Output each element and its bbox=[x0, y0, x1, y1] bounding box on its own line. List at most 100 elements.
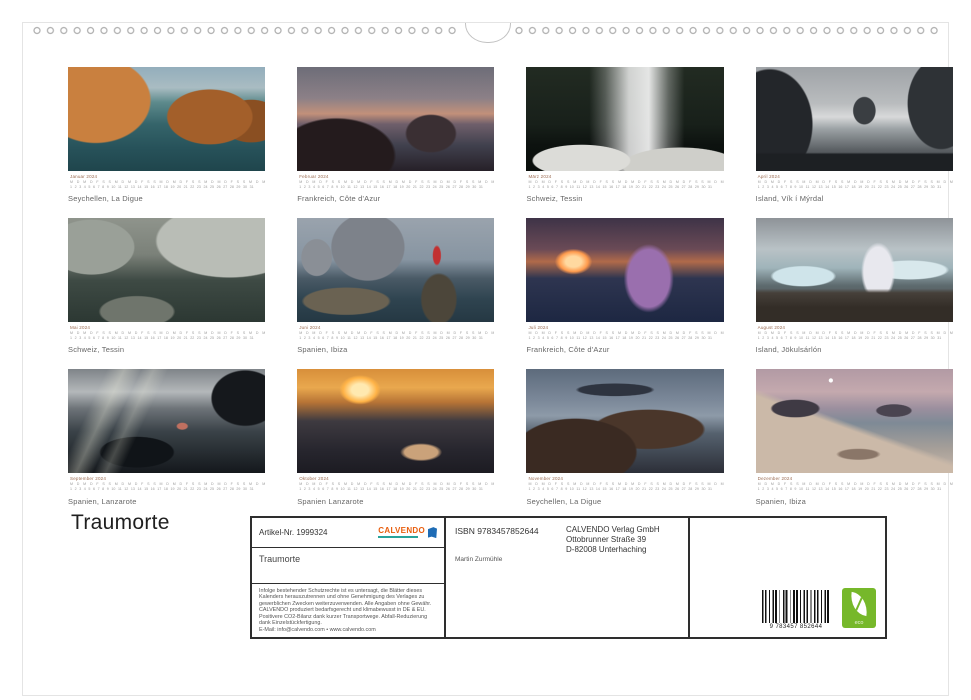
publisher-city: D-82008 Unterhaching bbox=[566, 545, 660, 555]
month-caption: Spanien Lanzarote bbox=[297, 497, 494, 506]
mini-calendar-strip: März 2024 M D M D F S S M D M D F S S M … bbox=[526, 174, 723, 189]
publisher-address: CALVENDO Verlag GmbH Ottobrunner Straße … bbox=[566, 525, 660, 556]
legal-cell: Infolge bestehender Schutzrechte ist es … bbox=[252, 584, 444, 637]
month-photo bbox=[297, 67, 494, 171]
day-numbers-row: 1 2 3 4 5 6 7 8 9 10 11 12 13 14 15 16 1… bbox=[758, 185, 953, 190]
month-thumbnail: Dezember 2024 M D M D F S S M D M D F S … bbox=[756, 369, 953, 505]
month-photo bbox=[526, 67, 723, 171]
month-thumbnail: November 2024 M D M D F S S M D M D F S … bbox=[526, 369, 723, 505]
barcode-digits: 9 783457 852644 bbox=[759, 624, 833, 630]
mini-calendar-strip: Februar 2024 M D M D F S S M D M D F S S… bbox=[297, 174, 494, 189]
leaf-icon bbox=[849, 592, 870, 616]
month-thumbnail: Juli 2024 M D M D F S S M D M D F S S M … bbox=[526, 218, 723, 354]
month-thumbnail: August 2024 M D M D F S S M D M D F S S … bbox=[756, 218, 953, 354]
month-thumbnail: Februar 2024 M D M D F S S M D M D F S S… bbox=[297, 67, 494, 203]
day-numbers-row: 1 2 3 4 5 6 7 8 9 10 11 12 13 14 15 16 1… bbox=[70, 185, 265, 190]
month-photo bbox=[526, 218, 723, 322]
month-thumbnail: Juni 2024 M D M D F S S M D M D F S S M … bbox=[297, 218, 494, 354]
mini-calendar-strip: September 2024 M D M D F S S M D M D F S… bbox=[68, 476, 265, 491]
weekday-row: M D M D F S S M D M D F S S M D M D F S … bbox=[528, 180, 723, 185]
day-numbers-row: 1 2 3 4 5 6 7 8 9 10 11 12 13 14 15 16 1… bbox=[70, 336, 265, 341]
month-label: August 2024 bbox=[758, 325, 953, 330]
month-caption: Frankreich, Côte d'Azur bbox=[526, 345, 723, 354]
info-middle-column: ISBN 9783457852644 CALVENDO Verlag GmbH … bbox=[446, 518, 690, 637]
month-caption: Schweiz, Tessin bbox=[68, 345, 265, 354]
month-caption: Island, Jökulsárlón bbox=[756, 345, 953, 354]
eco-logo: eco bbox=[842, 588, 876, 628]
month-label: Januar 2024 bbox=[70, 174, 265, 179]
month-label: September 2024 bbox=[70, 476, 265, 481]
month-label: Oktober 2024 bbox=[299, 476, 494, 481]
page-title: Traumorte bbox=[71, 511, 170, 535]
month-label: April 2024 bbox=[758, 174, 953, 179]
month-caption: Spanien, Ibiza bbox=[756, 497, 953, 506]
month-photo bbox=[68, 218, 265, 322]
month-thumbnail: Oktober 2024 M D M D F S S M D M D F S S… bbox=[297, 369, 494, 505]
info-right-column: 9 783457 852644 eco bbox=[690, 518, 885, 637]
weekday-row: M D M D F S S M D M D F S S M D M D F S … bbox=[70, 180, 265, 185]
artikel-cell: Artikel-Nr. 1999324 CALVENDO bbox=[252, 518, 444, 548]
month-label: März 2024 bbox=[528, 174, 723, 179]
weekday-row: M D M D F S S M D M D F S S M D M D F S … bbox=[299, 180, 494, 185]
month-photo bbox=[297, 218, 494, 322]
month-label: Dezember 2024 bbox=[758, 476, 953, 481]
month-label: Februar 2024 bbox=[299, 174, 494, 179]
day-numbers-row: 1 2 3 4 5 6 7 8 9 10 11 12 13 14 15 16 1… bbox=[299, 487, 494, 492]
months-grid: Januar 2024 M D M D F S S M D M D F S S … bbox=[68, 67, 904, 506]
day-numbers-row: 1 2 3 4 5 6 7 8 9 10 11 12 13 14 15 16 1… bbox=[528, 336, 723, 341]
day-numbers-row: 1 2 3 4 5 6 7 8 9 10 11 12 13 14 15 16 1… bbox=[299, 185, 494, 190]
month-photo bbox=[68, 369, 265, 473]
calvendo-logo: CALVENDO bbox=[378, 527, 437, 538]
month-thumbnail: Mai 2024 M D M D F S S M D M D F S S M D… bbox=[68, 218, 265, 354]
barcode-bars bbox=[762, 590, 830, 623]
product-info-box: Artikel-Nr. 1999324 CALVENDO Traumorte I… bbox=[250, 516, 887, 639]
author-name: Martin Zurmühle bbox=[455, 556, 502, 563]
month-thumbnail: Januar 2024 M D M D F S S M D M D F S S … bbox=[68, 67, 265, 203]
day-numbers-row: 1 2 3 4 5 6 7 8 9 10 11 12 13 14 15 16 1… bbox=[299, 336, 494, 341]
day-numbers-row: 1 2 3 4 5 6 7 8 9 10 11 12 13 14 15 16 1… bbox=[758, 487, 953, 492]
isbn-number: ISBN 9783457852644 bbox=[455, 526, 539, 536]
publisher-street: Ottobrunner Straße 39 bbox=[566, 535, 660, 545]
mini-calendar-strip: Mai 2024 M D M D F S S M D M D F S S M D… bbox=[68, 325, 265, 340]
weekday-row: M D M D F S S M D M D F S S M D M D F S … bbox=[758, 180, 953, 185]
mini-calendar-strip: April 2024 M D M D F S S M D M D F S S M… bbox=[756, 174, 953, 189]
month-thumbnail: September 2024 M D M D F S S M D M D F S… bbox=[68, 369, 265, 505]
mini-calendar-strip: November 2024 M D M D F S S M D M D F S … bbox=[526, 476, 723, 491]
mini-calendar-strip: Juli 2024 M D M D F S S M D M D F S S M … bbox=[526, 325, 723, 340]
mini-calendar-strip: Juni 2024 M D M D F S S M D M D F S S M … bbox=[297, 325, 494, 340]
month-photo bbox=[297, 369, 494, 473]
month-caption: Seychellen, La Digue bbox=[68, 194, 265, 203]
month-caption: Island, Vík í Mýrdal bbox=[756, 194, 953, 203]
mini-calendar-strip: Dezember 2024 M D M D F S S M D M D F S … bbox=[756, 476, 953, 491]
calvendo-wordmark: CALVENDO bbox=[378, 527, 425, 535]
day-numbers-row: 1 2 3 4 5 6 7 8 9 10 11 12 13 14 15 16 1… bbox=[528, 185, 723, 190]
month-label: Juli 2024 bbox=[528, 325, 723, 330]
month-photo bbox=[68, 67, 265, 171]
publisher-name: CALVENDO Verlag GmbH bbox=[566, 525, 660, 535]
mini-calendar-strip: August 2024 M D M D F S S M D M D F S S … bbox=[756, 325, 953, 340]
artikel-number: Artikel-Nr. 1999324 bbox=[259, 528, 327, 537]
month-label: Juni 2024 bbox=[299, 325, 494, 330]
info-left-column: Artikel-Nr. 1999324 CALVENDO Traumorte I… bbox=[252, 518, 446, 637]
month-caption: Spanien, Ibiza bbox=[297, 345, 494, 354]
month-label: Mai 2024 bbox=[70, 325, 265, 330]
spiral-binding-rings-right bbox=[513, 25, 941, 36]
month-label: November 2024 bbox=[528, 476, 723, 481]
month-photo bbox=[756, 67, 953, 171]
spiral-binding-rings-left bbox=[31, 25, 461, 36]
day-numbers-row: 1 2 3 4 5 6 7 8 9 10 11 12 13 14 15 16 1… bbox=[528, 487, 723, 492]
month-caption: Schweiz, Tessin bbox=[526, 194, 723, 203]
month-photo bbox=[756, 369, 953, 473]
month-photo bbox=[526, 369, 723, 473]
calvendo-tagline-bar bbox=[378, 536, 418, 538]
day-numbers-row: 1 2 3 4 5 6 7 8 9 10 11 12 13 14 15 16 1… bbox=[70, 487, 265, 492]
contact-line: E-Mail: info@calvendo.com • www.calvendo… bbox=[259, 627, 437, 633]
month-thumbnail: März 2024 M D M D F S S M D M D F S S M … bbox=[526, 67, 723, 203]
product-title: Traumorte bbox=[252, 548, 444, 583]
barcode: 9 783457 852644 bbox=[759, 590, 833, 630]
month-caption: Seychellen, La Digue bbox=[526, 497, 723, 506]
month-caption: Spanien, Lanzarote bbox=[68, 497, 265, 506]
month-thumbnail: April 2024 M D M D F S S M D M D F S S M… bbox=[756, 67, 953, 203]
mini-calendar-strip: Oktober 2024 M D M D F S S M D M D F S S… bbox=[297, 476, 494, 491]
mini-calendar-strip: Januar 2024 M D M D F S S M D M D F S S … bbox=[68, 174, 265, 189]
